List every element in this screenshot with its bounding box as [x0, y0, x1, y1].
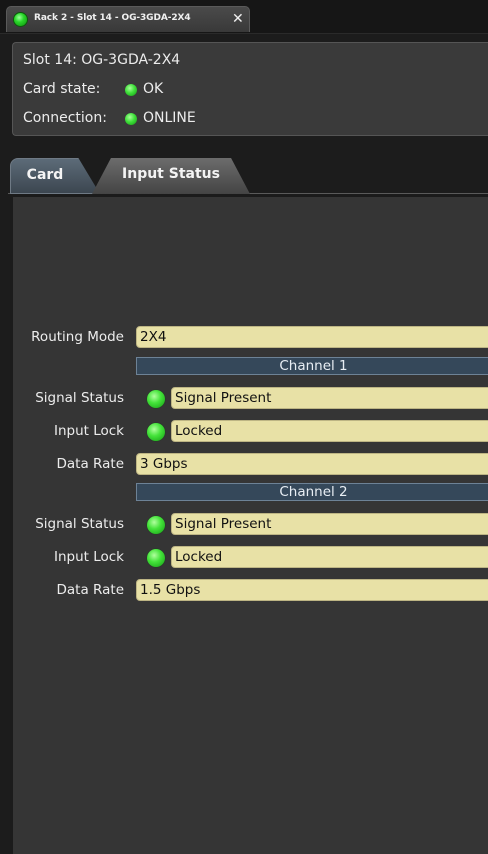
- card-info-panel: Slot 14: OG-3GDA-2X4 Card state: OK Conn…: [12, 42, 488, 136]
- slot-title: Slot 14: OG-3GDA-2X4: [23, 52, 181, 68]
- tab-input-status[interactable]: Input Status: [92, 158, 250, 194]
- connection-label: Connection:: [23, 110, 107, 126]
- window-tab[interactable]: Rack 2 - Slot 14 - OG-3GDA-2X4 ✕: [6, 6, 250, 32]
- input-status-panel: Routing Mode 2X4 Channel 1 Signal Status…: [10, 194, 488, 854]
- routing-mode-label: Routing Mode: [31, 329, 124, 345]
- channel-2-signal-status-label: Signal Status: [35, 516, 124, 532]
- channel-2-signal-led-icon: [147, 516, 165, 534]
- channel-2-input-lock-label: Input Lock: [53, 549, 124, 565]
- content-tabs: Card Input Status: [0, 152, 488, 194]
- window-tab-title: Rack 2 - Slot 14 - OG-3GDA-2X4: [34, 13, 191, 23]
- card-state-value: OK: [143, 81, 164, 97]
- channel-1-data-rate-label: Data Rate: [56, 456, 124, 472]
- tab-card[interactable]: Card: [10, 158, 100, 194]
- channel-1-header: Channel 1: [136, 357, 488, 375]
- connection-value: ONLINE: [143, 110, 196, 126]
- channel-2-signal-status-field: Signal Present: [171, 513, 488, 535]
- status-indicator-icon: [13, 12, 28, 27]
- routing-mode-field: 2X4: [136, 326, 488, 348]
- channel-2-data-rate-label: Data Rate: [56, 582, 124, 598]
- tab-card-label: Card: [26, 167, 64, 183]
- channel-2-input-lock-field: Locked: [171, 546, 488, 568]
- close-icon[interactable]: ✕: [232, 10, 244, 28]
- channel-1-signal-led-icon: [147, 390, 165, 408]
- channel-1-input-lock-field: Locked: [171, 420, 488, 442]
- channel-2-lock-led-icon: [147, 549, 165, 567]
- card-state-led-icon: [125, 84, 137, 96]
- channel-1-data-rate-field: 3 Gbps: [136, 453, 488, 475]
- tab-input-status-label: Input Status: [122, 166, 220, 182]
- channel-1-input-lock-label: Input Lock: [53, 423, 124, 439]
- channel-2-data-rate-field: 1.5 Gbps: [136, 579, 488, 601]
- window-tab-strip: Rack 2 - Slot 14 - OG-3GDA-2X4 ✕: [0, 0, 488, 34]
- card-state-label: Card state:: [23, 81, 101, 97]
- channel-1-signal-status-field: Signal Present: [171, 387, 488, 409]
- channel-1-lock-led-icon: [147, 423, 165, 441]
- channel-1-signal-status-label: Signal Status: [35, 390, 124, 406]
- channel-2-header: Channel 2: [136, 483, 488, 501]
- connection-led-icon: [125, 113, 137, 125]
